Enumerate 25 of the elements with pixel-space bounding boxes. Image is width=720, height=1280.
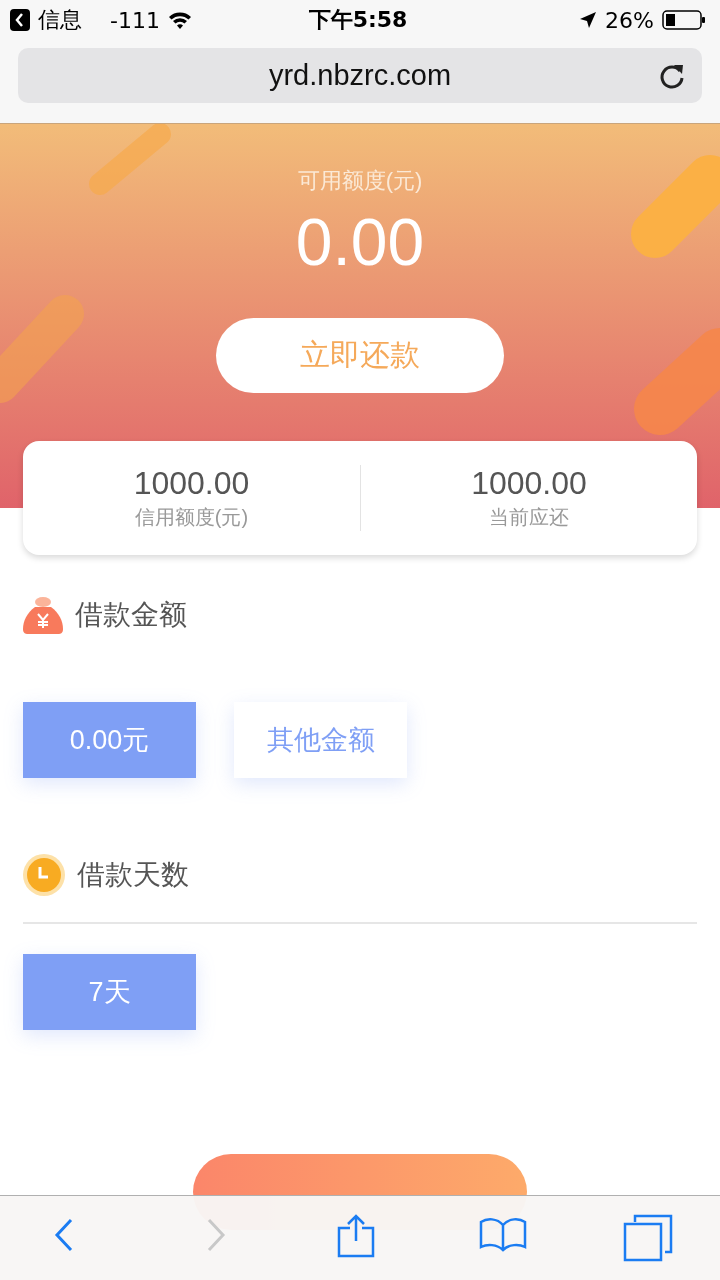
clock: 下午5:58 (308, 6, 408, 34)
section-title: 借款天数 (77, 858, 189, 892)
summary-label: 信用额度(元) (134, 505, 249, 530)
summary-value: 1000.00 (471, 465, 587, 502)
money-bag-icon (23, 595, 63, 635)
summary-label: 当前应还 (489, 505, 569, 530)
address-field[interactable]: yrd.nbzrc.com (18, 48, 702, 103)
wifi-icon (167, 11, 192, 29)
reload-icon[interactable] (658, 62, 686, 90)
option-button[interactable]: 7天 (23, 954, 196, 1030)
repay-button[interactable]: 立即还款 (216, 318, 504, 393)
battery-icon (662, 10, 706, 30)
available-credit-amount: 0.00 (295, 204, 425, 281)
back-icon[interactable] (10, 9, 30, 31)
battery-percent: 26% (605, 7, 654, 33)
available-credit-label: 可用额度(元) (297, 167, 423, 195)
section-title: 借款金额 (75, 598, 187, 632)
clock-icon (23, 854, 65, 896)
tabs-icon[interactable] (623, 1214, 673, 1262)
back-app-label[interactable]: 信息 (38, 5, 82, 35)
summary-value: 1000.00 (133, 465, 250, 502)
location-icon (579, 11, 598, 29)
signal-strength: -111 (110, 7, 160, 33)
option-button[interactable]: 其他金额 (234, 702, 407, 778)
option-button[interactable]: 0.00元 (23, 702, 196, 778)
